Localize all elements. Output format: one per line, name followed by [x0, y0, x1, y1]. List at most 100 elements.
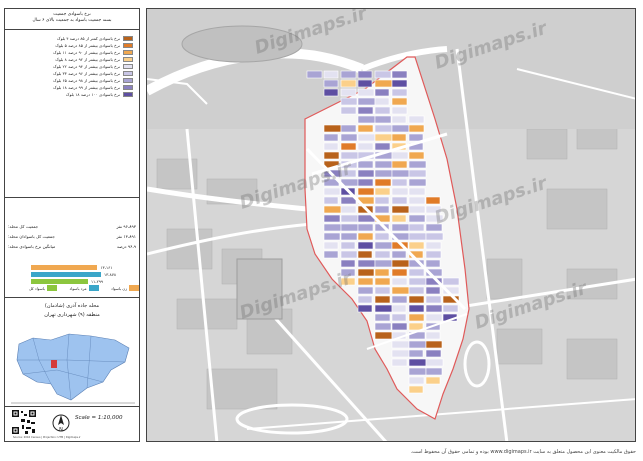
census-block	[408, 214, 426, 223]
census-block	[323, 124, 342, 133]
bar-value-label: ۱۳،۸۷۸	[104, 271, 117, 277]
census-block	[374, 187, 391, 196]
census-block	[425, 313, 443, 322]
census-block	[323, 223, 342, 232]
bar-chart-legend: باسواد کل مرد باسواد زن باسواد	[29, 285, 139, 291]
census-block	[408, 376, 425, 385]
census-block	[374, 124, 393, 133]
census-block	[340, 205, 357, 214]
census-block	[357, 178, 374, 187]
population-stats: ۹۶،۸۹۳ نفر جمعیت کل محله: ۱۳،۸۹۱ نفر جمع…	[8, 222, 136, 252]
neighborhood-name: محله جاده آذری (شادمان)	[44, 303, 100, 309]
census-block	[442, 277, 460, 286]
legend-swatch	[123, 64, 133, 69]
census-block	[391, 124, 410, 133]
census-block	[374, 79, 393, 88]
census-block	[408, 169, 427, 178]
census-block	[425, 340, 443, 349]
stat-value: ۱۳،۸۹۱ نفر	[116, 234, 136, 239]
census-block	[340, 106, 357, 115]
census-block	[357, 124, 374, 133]
stat-row: ۱۳،۸۹۱ نفر جمعیت کل باسوادان محله:	[8, 232, 136, 242]
census-block	[408, 133, 424, 142]
census-block	[340, 250, 358, 259]
bar-legend-item: مرد باسواد	[69, 285, 99, 291]
census-block	[408, 349, 424, 358]
census-block	[374, 196, 390, 205]
census-block	[425, 358, 444, 367]
legend-item: نرخ باسوادی بیشتر از ۹۴ درصد ۲۲ بلوک	[9, 63, 133, 70]
legend-item-label: نرخ باسوادی بیشتر از ۹۴ درصد ۲۲ بلوک	[53, 64, 120, 69]
census-block	[374, 250, 391, 259]
census-block	[357, 106, 374, 115]
neighborhood-highlight	[51, 360, 57, 368]
census-block	[408, 304, 425, 313]
census-block	[408, 124, 425, 133]
census-block	[425, 196, 441, 205]
census-block	[391, 304, 407, 313]
census-block	[374, 295, 391, 304]
north-arrow-icon: N	[52, 414, 70, 433]
census-block	[306, 70, 323, 79]
census-block	[425, 331, 441, 340]
divider	[5, 297, 139, 298]
bar	[31, 278, 88, 284]
census-block	[374, 232, 390, 241]
stat-row: ۹۶،۹ درصد میانگین نرخ باسوادی محله:	[8, 242, 136, 252]
census-block	[323, 232, 341, 241]
census-block	[408, 196, 426, 205]
census-block	[374, 115, 392, 124]
census-block	[391, 160, 408, 169]
bar-row: ۱۳،۸۷۸	[31, 271, 139, 277]
map-footer-block: N Scale = 1:10,000 Source: 2016 Census |…	[9, 407, 135, 439]
divider	[5, 197, 139, 198]
legend-swatch	[123, 71, 133, 76]
census-block	[340, 259, 356, 268]
map-scale: Scale = 1:10,000	[75, 415, 123, 421]
legend-item: نرخ باسوادی بیشتر از ۹۹ درصد ۱۸ بلوک	[9, 84, 133, 91]
bar-value-label: ۱۳،۱۶۱	[100, 264, 113, 270]
census-block	[442, 304, 459, 313]
bar-legend-item: زن باسواد	[111, 285, 139, 291]
census-block	[391, 259, 410, 268]
legend-item-label: نرخ باسوادی بیشتر از ۹۹ درصد ۱۸ بلوک	[53, 85, 120, 90]
census-block	[323, 196, 339, 205]
legend-panel: نرخ باسوادی جمعیت بسته جمعیت باسواد به ج…	[4, 8, 140, 442]
census-block	[374, 178, 392, 187]
census-block	[391, 151, 409, 160]
census-block	[391, 295, 408, 304]
map-canvas[interactable]: Digimaps.ir Digimaps.ir Digimaps.ir Digi…	[146, 8, 636, 442]
census-block	[357, 88, 375, 97]
census-block	[425, 241, 442, 250]
census-block	[374, 160, 393, 169]
census-block	[391, 178, 408, 187]
map-credits: Source: 2016 Census | Projection: UTM | …	[13, 436, 81, 439]
legend-title: نرخ باسوادی جمعیت بسته جمعیت باسواد به ج…	[8, 12, 136, 24]
legend-item-label: نرخ باسوادی بیشتر از ۸۵ درصد ۵ بلوک	[55, 43, 120, 48]
census-block	[357, 232, 374, 241]
tehran-inset-map	[11, 333, 135, 404]
census-block	[391, 187, 409, 196]
tehran-districts-shape	[16, 333, 130, 401]
census-block	[391, 313, 407, 322]
census-block	[357, 133, 376, 142]
census-block	[408, 115, 425, 124]
census-block	[391, 349, 410, 358]
census-block	[357, 79, 373, 88]
census-block	[391, 196, 408, 205]
legend-swatch	[123, 50, 133, 55]
census-block	[374, 331, 393, 340]
census-block	[408, 205, 426, 214]
census-block	[374, 133, 393, 142]
census-block	[340, 124, 357, 133]
legend-swatch	[123, 78, 133, 83]
census-block	[408, 268, 425, 277]
census-block	[340, 142, 357, 151]
census-block	[357, 223, 374, 232]
legend-swatch	[123, 85, 133, 90]
census-block	[391, 340, 410, 349]
census-block	[391, 214, 407, 223]
census-block	[374, 304, 393, 313]
census-block	[357, 304, 373, 313]
census-block	[408, 340, 427, 349]
